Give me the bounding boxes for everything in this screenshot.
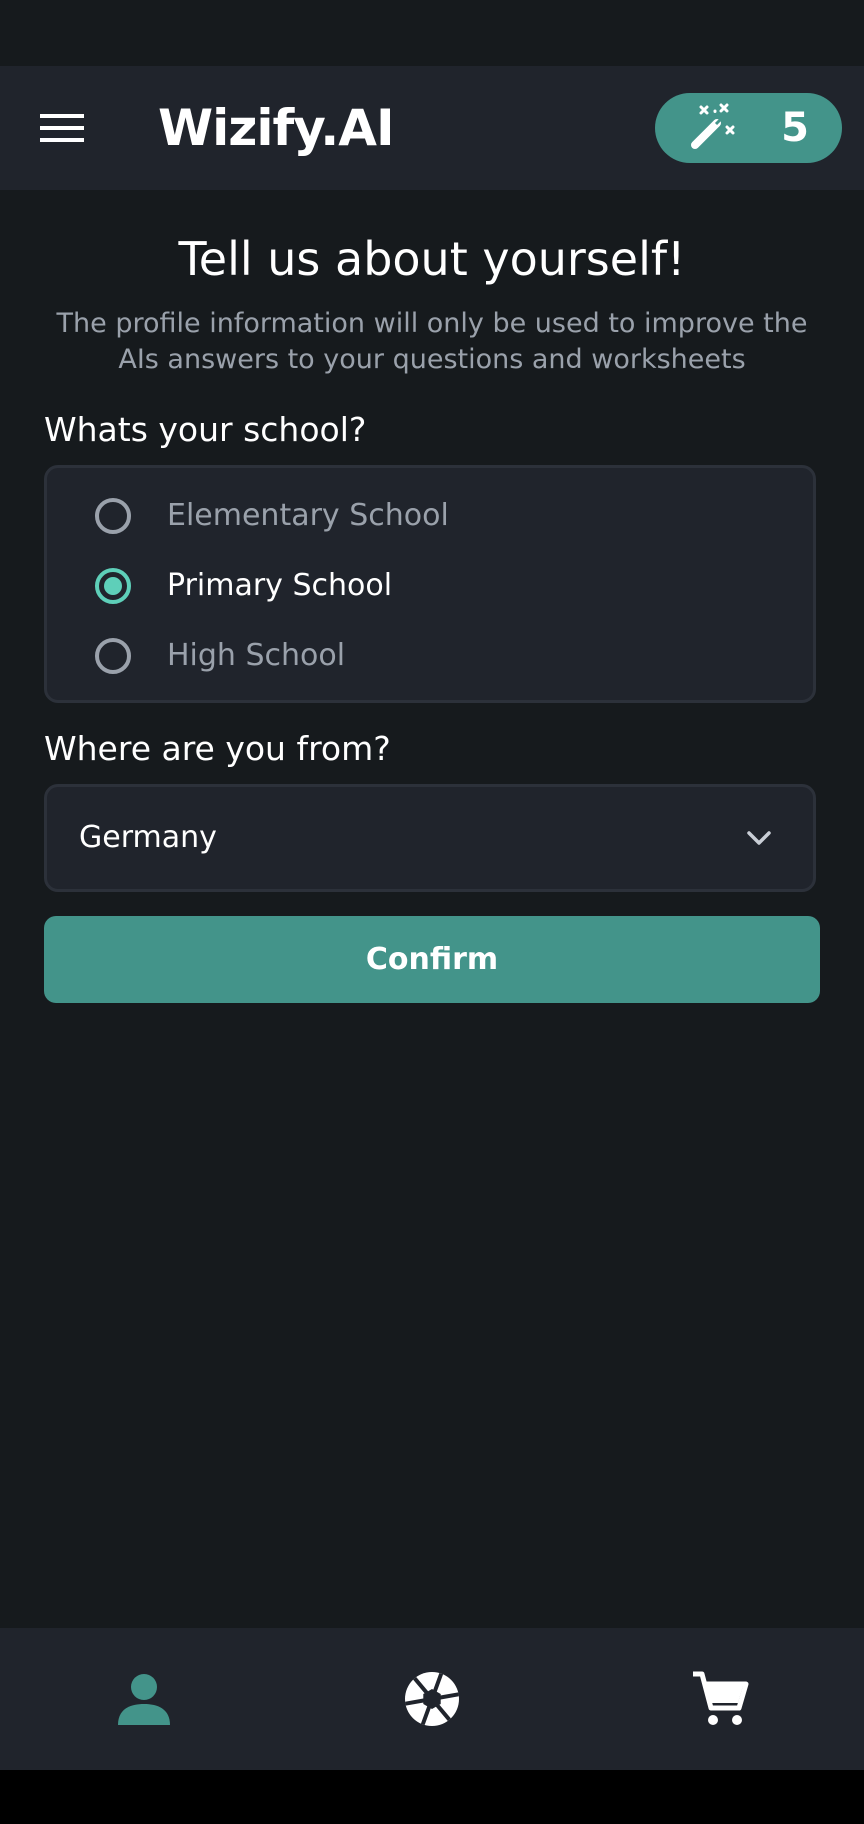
shopping-cart-icon [693,1671,749,1725]
nav-item-shop[interactable] [576,1628,864,1770]
country-question-label: Where are you from? [44,729,391,768]
person-icon [118,1674,170,1725]
magic-wand-icon [691,103,735,149]
radio-option-elementary-school[interactable]: Elementary School [47,481,813,551]
chevron-down-icon [747,831,771,845]
radio-option-label: Primary School [167,568,393,603]
page-subtitle: The profile information will only be use… [56,308,808,375]
credits-count: 5 [781,105,809,151]
country-select-value: Germany [79,820,217,855]
credits-badge[interactable]: 5 [655,93,842,163]
radio-option-label: Elementary School [167,498,449,533]
school-question-label: Whats your school? [44,410,367,449]
radio-option-label: High School [167,638,346,673]
menu-button[interactable] [30,96,94,160]
radio-button-selected[interactable] [95,568,131,604]
nav-item-camera[interactable] [288,1628,576,1770]
radio-button[interactable] [95,498,131,534]
radio-button[interactable] [95,638,131,674]
nav-item-profile[interactable] [0,1628,288,1770]
confirm-button[interactable]: Confirm [44,916,820,1003]
radio-option-primary-school[interactable]: Primary School [47,551,813,621]
status-bar [0,0,864,66]
radio-option-high-school[interactable]: High School [47,621,813,691]
camera-aperture-icon [405,1672,459,1726]
system-navigation-bar [0,1770,864,1824]
app-title: Wizify.AI [158,99,395,157]
bottom-nav [0,1628,864,1770]
page-title: Tell us about yourself! [178,232,686,286]
country-select[interactable]: Germany [44,784,816,892]
school-radio-group: Elementary School Primary School High Sc… [44,465,816,703]
app-header: Wizify.AI 5 [0,66,864,190]
hamburger-menu-icon [40,114,84,142]
